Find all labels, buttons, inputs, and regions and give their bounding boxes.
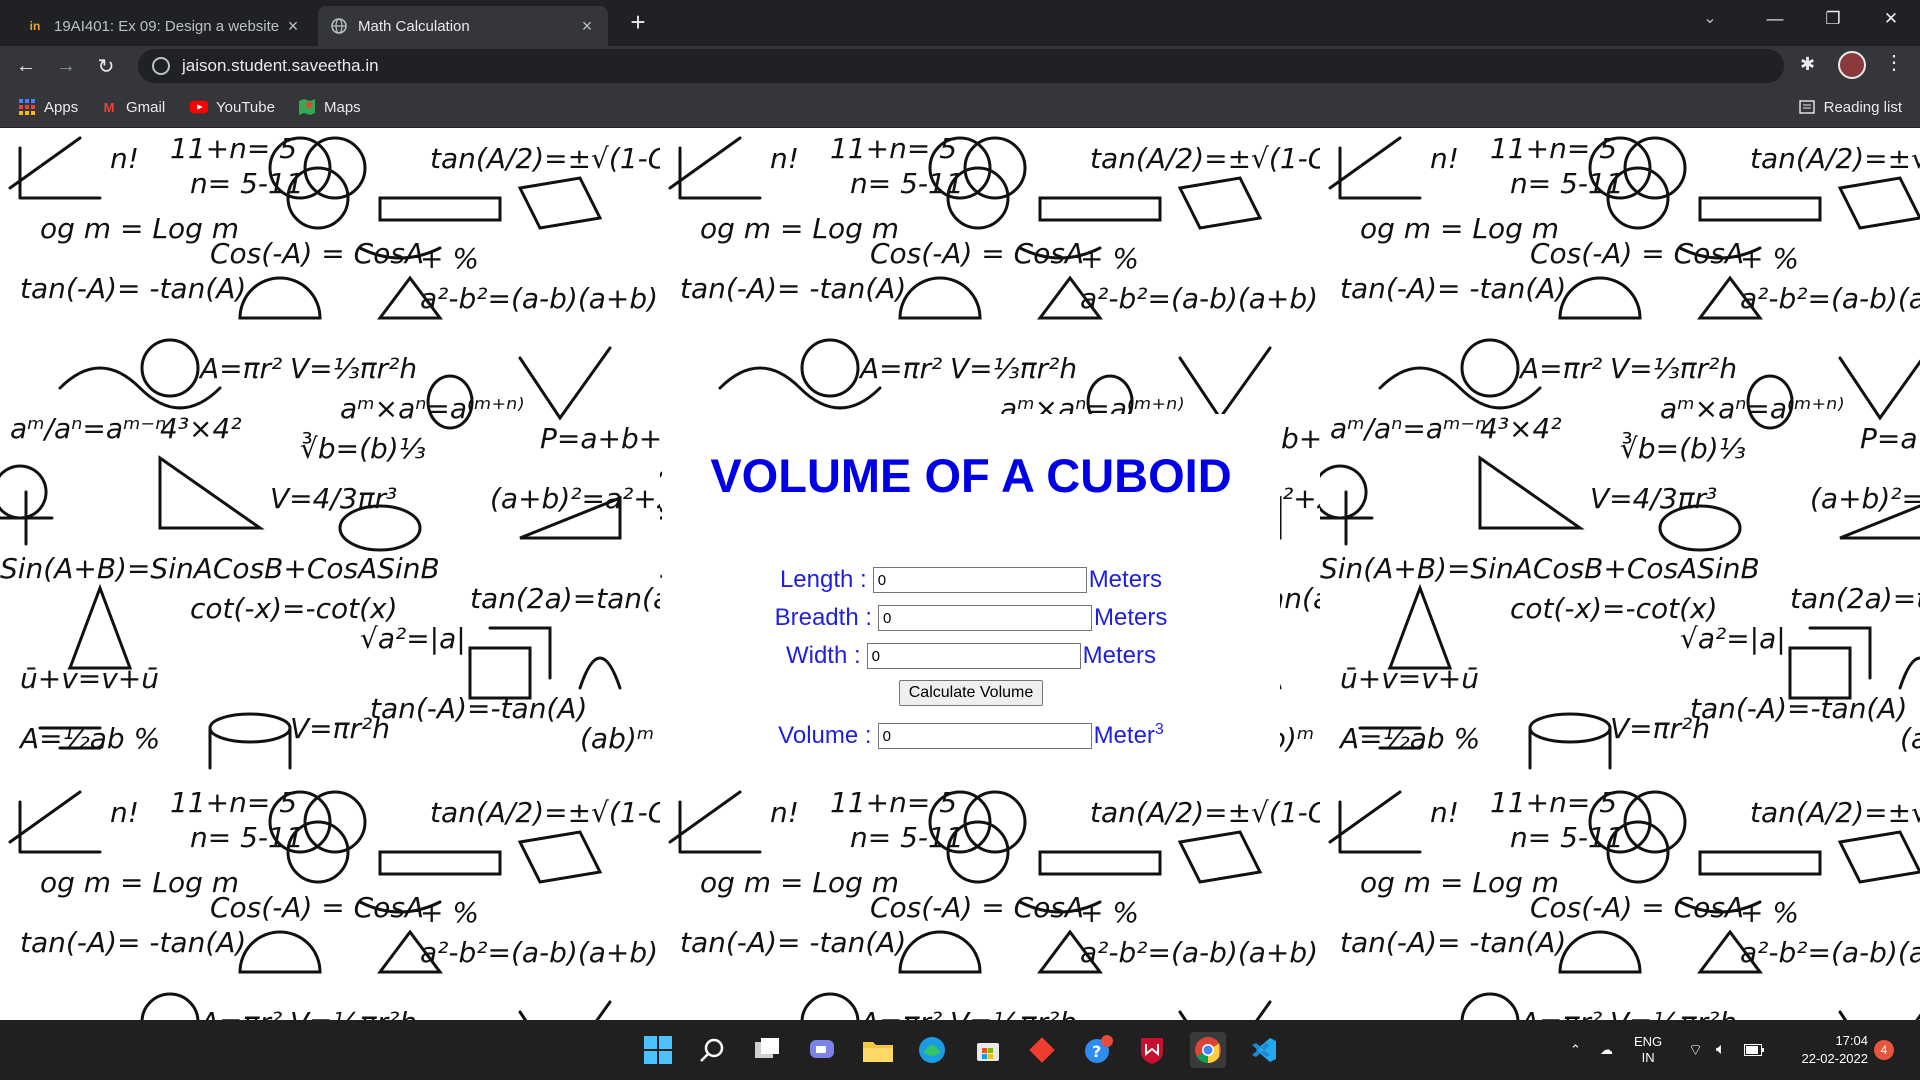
menu-icon[interactable]: ⋮ <box>1884 50 1904 75</box>
store-icon[interactable] <box>970 1032 1006 1068</box>
restore-button[interactable]: ❐ <box>1804 0 1862 38</box>
maps-icon <box>298 98 316 116</box>
bookmark-apps[interactable]: Apps <box>18 96 78 118</box>
notification-center-button[interactable]: 4 <box>1874 1020 1894 1080</box>
bookmark-label: Maps <box>324 98 361 116</box>
minimize-button[interactable]: — <box>1746 0 1804 38</box>
calculate-volume-button[interactable]: Calculate Volume <box>898 680 1044 706</box>
volume-row: Volume : Meter3 <box>662 722 1280 750</box>
volume-unit: Meter3 <box>1094 722 1164 750</box>
calculator-form: VOLUME OF A CUBOID Length : Meters Bread… <box>662 414 1280 784</box>
task-view-icon[interactable] <box>750 1032 786 1068</box>
mcafee-icon[interactable] <box>1134 1032 1170 1068</box>
forward-button[interactable]: → <box>50 50 82 82</box>
notification-badge: 4 <box>1874 1040 1894 1060</box>
button-row: Calculate Volume <box>662 680 1280 706</box>
apps-grid-icon <box>18 98 36 116</box>
tab-ex09[interactable]: in 19AI401: Ex 09: Design a website × <box>14 6 314 46</box>
help-icon[interactable]: ? <box>1080 1032 1116 1068</box>
close-icon[interactable]: × <box>578 16 596 37</box>
tab-label: Math Calculation <box>358 17 470 35</box>
vscode-icon[interactable] <box>1246 1032 1282 1068</box>
edge-icon[interactable] <box>914 1032 950 1068</box>
avatar[interactable] <box>1838 51 1866 79</box>
browser-toolbar: ← → ↻ jaison.student.saveetha.in ✱ ⋮ <box>0 46 1920 86</box>
file-explorer-icon[interactable] <box>860 1032 896 1068</box>
onedrive-icon[interactable]: ☁ <box>1600 1020 1613 1080</box>
page-title: VOLUME OF A CUBOID <box>710 449 1232 502</box>
breadth-input[interactable] <box>878 605 1093 631</box>
teams-chat-icon[interactable] <box>804 1032 840 1068</box>
bookmark-gmail[interactable]: M Gmail <box>100 96 166 118</box>
reload-button[interactable]: ↻ <box>90 50 122 82</box>
close-icon[interactable]: × <box>284 16 302 37</box>
git-icon[interactable] <box>1024 1032 1060 1068</box>
tab-label: 19AI401: Ex 09: Design a website <box>54 17 280 35</box>
breadth-label: Breadth : <box>774 604 873 631</box>
volume-unit-base: Meter <box>1093 722 1155 749</box>
url-text: jaison.student.saveetha.in <box>182 56 379 75</box>
chevron-up-icon: ⌃ <box>1570 1042 1581 1057</box>
language-indicator[interactable]: ENG IN <box>1634 1020 1662 1080</box>
length-unit: Meters <box>1088 566 1163 593</box>
show-hidden-icons-button[interactable]: ⌃ <box>1570 1020 1581 1080</box>
region-code: IN <box>1641 1050 1655 1065</box>
address-bar[interactable]: jaison.student.saveetha.in <box>138 49 1784 83</box>
breadth-unit: Meters <box>1094 604 1168 631</box>
width-unit: Meters <box>1082 642 1157 669</box>
youtube-icon <box>190 98 208 116</box>
volume-label: Volume : <box>778 722 872 749</box>
chrome-icon[interactable] <box>1190 1032 1226 1068</box>
windows-taskbar: ? ⌃ ☁ ENG IN ⌔ 🔈︎ 17:04 22-02-2022 4 <box>0 1020 1920 1080</box>
language-code: ENG <box>1634 1034 1663 1049</box>
bookmarks-bar: Apps M Gmail YouTube Maps Reading list <box>0 86 1920 128</box>
volume-output[interactable] <box>877 723 1092 749</box>
width-label: Width : <box>785 642 861 669</box>
window-controls: — ❐ ✕ <box>1746 0 1920 38</box>
svg-text:?: ? <box>1092 1042 1101 1061</box>
length-row: Length : Meters <box>662 566 1280 594</box>
gmail-icon: M <box>103 99 115 115</box>
bookmark-maps[interactable]: Maps <box>298 96 361 118</box>
width-input[interactable] <box>866 643 1081 669</box>
battery-icon[interactable] <box>1744 1020 1764 1080</box>
page-viewport: n! 11+n= 5 n= 5-11 tan(A/2)=±√(1-CosA) o… <box>0 128 1920 1020</box>
bookmark-label: YouTube <box>216 98 275 116</box>
wifi-icon[interactable]: ⌔ <box>1688 1020 1703 1080</box>
bookmark-youtube[interactable]: YouTube <box>190 96 275 118</box>
reading-list-icon <box>1798 98 1816 116</box>
browser-tab-strip: in 19AI401: Ex 09: Design a website × Ma… <box>0 0 1920 46</box>
reading-list-button[interactable]: Reading list <box>1798 96 1902 118</box>
width-row: Width : Meters <box>662 642 1280 670</box>
globe-icon <box>330 17 348 35</box>
bookmark-label: Apps <box>44 98 79 116</box>
length-input[interactable] <box>872 567 1087 593</box>
search-icon[interactable] <box>694 1032 730 1068</box>
windows-start-icon[interactable] <box>640 1032 676 1068</box>
back-button[interactable]: ← <box>10 50 42 82</box>
new-tab-button[interactable]: + <box>622 6 654 38</box>
reading-list-label: Reading list <box>1823 98 1902 116</box>
clock-time: 17:04 <box>1835 1033 1868 1048</box>
in-logo-icon: in <box>29 19 41 33</box>
extensions-icon[interactable]: ✱ <box>1800 54 1815 75</box>
clock-date: 22-02-2022 <box>1801 1051 1869 1066</box>
breadth-row: Breadth : Meters <box>662 604 1280 632</box>
site-info-icon[interactable] <box>152 57 170 75</box>
volume-unit-exponent: 3 <box>1154 721 1164 738</box>
volume-icon[interactable]: 🔈︎ <box>1716 1020 1726 1080</box>
close-window-button[interactable]: ✕ <box>1862 0 1920 38</box>
clock[interactable]: 17:04 22-02-2022 <box>1782 1020 1869 1080</box>
bookmark-label: Gmail <box>126 98 166 116</box>
chevron-down-icon[interactable]: ⌄ <box>1696 8 1724 32</box>
length-label: Length : <box>779 566 867 593</box>
tab-math-calculation[interactable]: Math Calculation × <box>318 6 608 46</box>
